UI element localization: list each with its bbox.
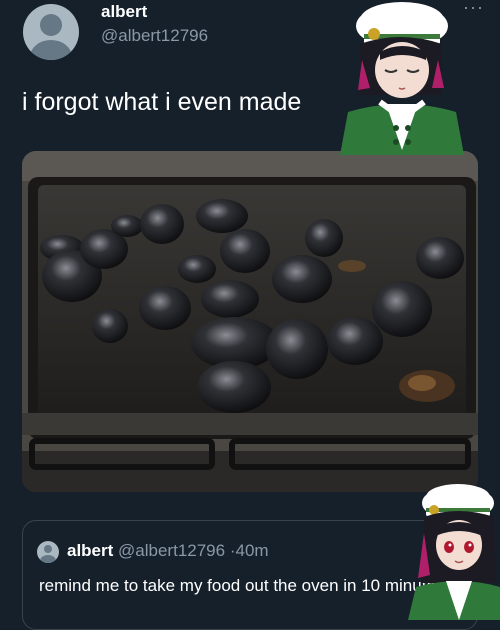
display-name[interactable]: albert: [101, 2, 147, 22]
quoted-display-name: albert: [67, 541, 114, 560]
quoted-timestamp: 40m: [235, 541, 269, 560]
quoted-tweet-text: remind me to take my food out the oven i…: [39, 576, 445, 595]
user-handle[interactable]: @albert12796: [101, 26, 208, 46]
quoted-avatar: [37, 541, 59, 563]
chef-sticker-image: [340, 2, 464, 155]
chef-sticker-image-small: [408, 484, 500, 620]
tweet-text: i forgot what i even made: [22, 88, 302, 116]
quoted-handle: @albert12796: [118, 541, 226, 560]
tweet-photo[interactable]: [22, 151, 478, 492]
quoted-header: albert @albert12796 ·40m: [67, 541, 269, 561]
avatar[interactable]: [23, 4, 79, 60]
